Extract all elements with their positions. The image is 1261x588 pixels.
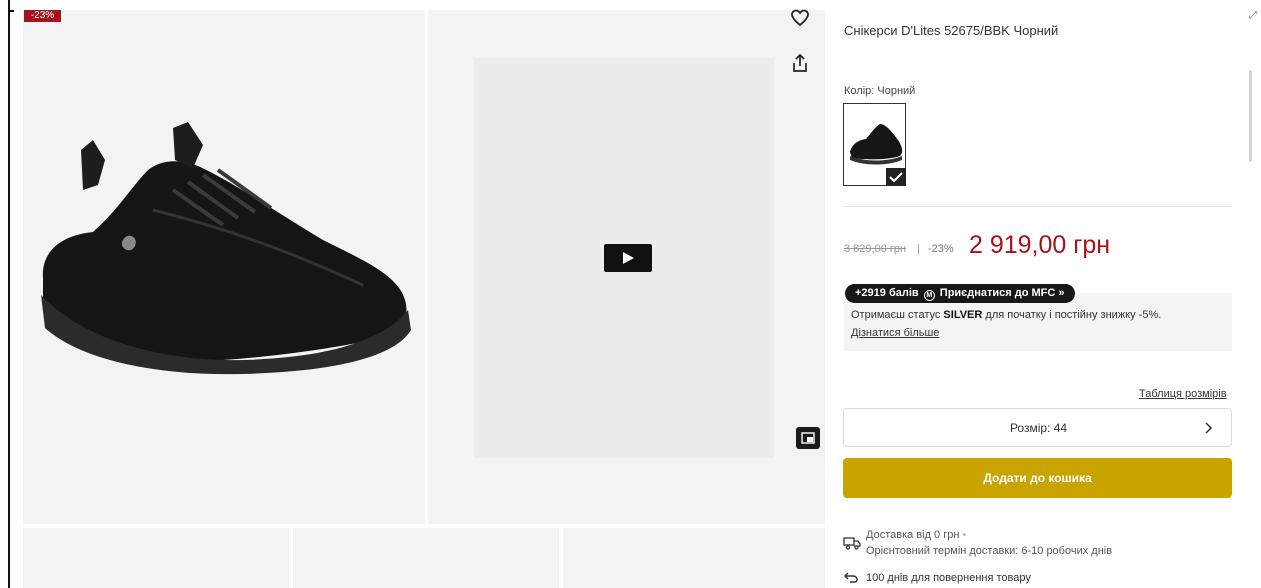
gallery-video-model[interactable] — [428, 10, 825, 524]
size-table-link[interactable]: Таблиця розмірів — [1139, 388, 1227, 400]
return-policy: 100 днів для повернення товару — [866, 572, 1031, 584]
product-page: -23% ⤢ Снікерси D'Lites 52675/BBK Чорний… — [0, 0, 1261, 588]
gallery-thumb-5[interactable] — [563, 528, 825, 588]
return-arrow-icon — [844, 572, 858, 583]
current-price: 2 919,00 грн — [969, 231, 1111, 259]
size-value: Розмір: 44 — [1009, 421, 1068, 435]
product-gallery: -23% — [23, 10, 825, 588]
wishlist-heart-icon[interactable] — [790, 8, 810, 28]
gallery-image-shoe[interactable]: -23% — [23, 10, 425, 524]
window-edge — [8, 0, 10, 588]
shoe-image — [41, 122, 411, 375]
loyalty-status-name: SILVER — [943, 309, 983, 321]
loyalty-status-text: Отримаєш статус SILVER для початку і пос… — [851, 309, 1161, 321]
color-swatch-black[interactable] — [843, 103, 906, 186]
gallery-thumb-4[interactable] — [293, 528, 559, 588]
color-label: Колір: Чорний — [844, 85, 916, 97]
mfc-logo-icon: M — [923, 290, 935, 301]
mfc-points: +2919 балів — [855, 287, 919, 299]
delivery-truck-icon — [843, 537, 861, 550]
video-play-button[interactable] — [604, 244, 652, 272]
discount-badge: -23% — [24, 10, 61, 22]
expand-icon[interactable]: ⤢ — [1249, 10, 1257, 21]
delivery-dot: • — [962, 529, 967, 541]
play-icon — [623, 252, 634, 264]
picture-in-picture-button[interactable] — [796, 427, 820, 449]
loyalty-text-suffix: для початку і постійну знижку -5%. — [982, 309, 1162, 321]
add-to-cart-button[interactable]: Додати до кошика — [843, 458, 1232, 498]
mfc-join-label: Приєднатися до MFC » — [939, 287, 1065, 299]
chevron-right-icon — [1205, 422, 1213, 434]
old-price: 3 829,00 грн — [844, 243, 907, 255]
product-title: Снікерси D'Lites 52675/BBK Чорний — [844, 23, 1059, 38]
mfc-join-pill[interactable]: +2919 балів M Приєднатися до MFC » — [845, 284, 1075, 303]
size-selector[interactable]: Розмір: 44 — [843, 408, 1232, 447]
delivery-cost-text: Доставка від 0 грн — [866, 529, 960, 541]
pip-icon — [801, 432, 815, 444]
selected-check — [886, 168, 906, 186]
gallery-thumb-3[interactable] — [23, 528, 289, 588]
window-edge-tick — [8, 10, 14, 12]
panel-scrollbar[interactable] — [1249, 70, 1252, 162]
learn-more-link[interactable]: Дізнатися більше — [851, 327, 939, 339]
check-icon — [889, 172, 903, 183]
share-icon[interactable] — [791, 53, 809, 73]
section-divider — [844, 206, 1232, 207]
delivery-term: Орієнтовний термін доставки: 6-10 робочи… — [866, 545, 1113, 557]
loyalty-text-prefix: Отримаєш статус — [851, 309, 944, 321]
delivery-cost: Доставка від 0 грн • — [866, 529, 966, 541]
discount-percent: -23% — [928, 243, 954, 255]
price-separator: | — [917, 243, 920, 255]
